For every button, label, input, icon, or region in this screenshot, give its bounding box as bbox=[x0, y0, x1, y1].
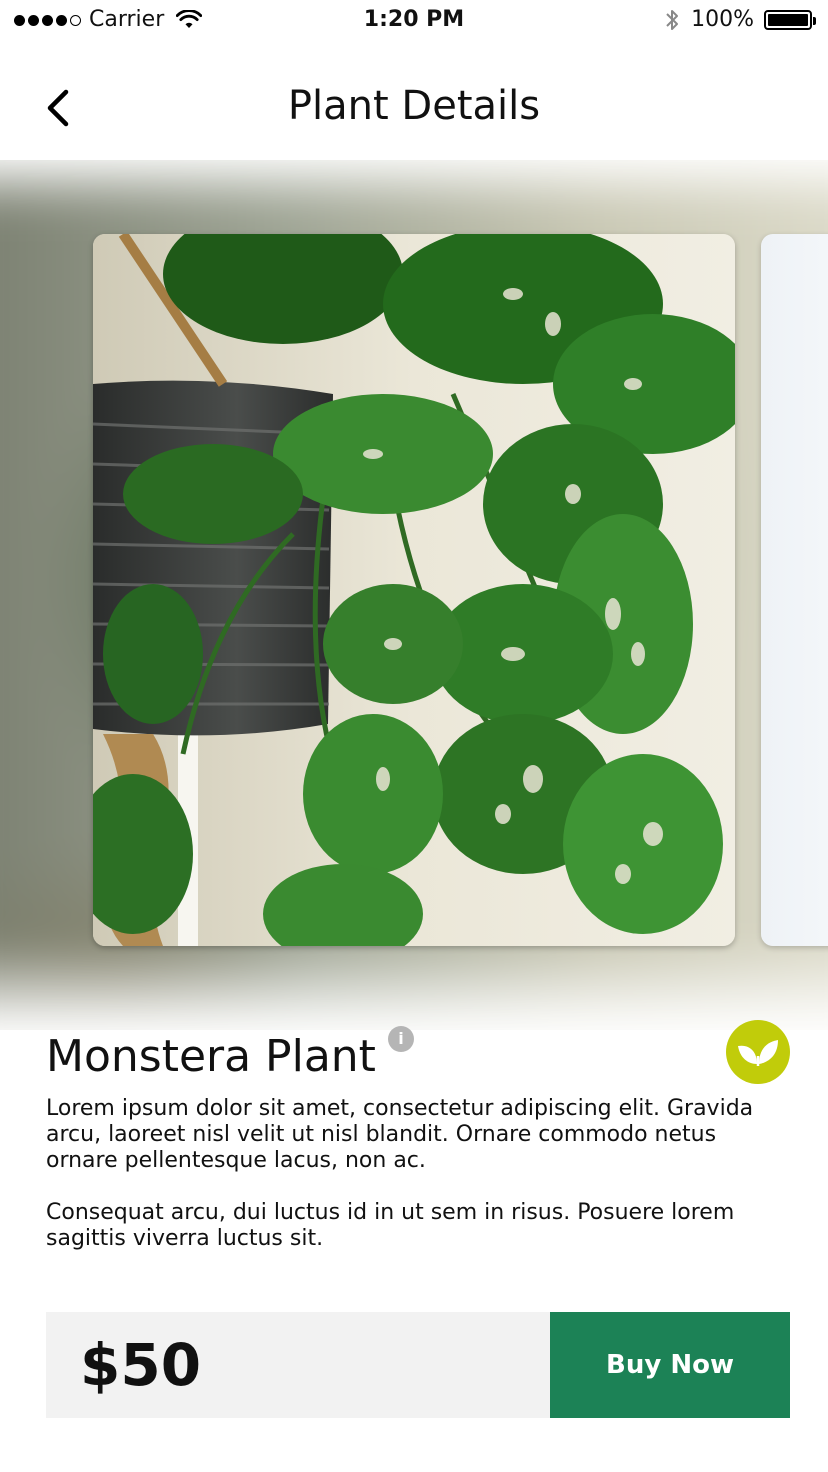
info-icon[interactable]: i bbox=[388, 1026, 414, 1052]
battery-icon bbox=[764, 10, 816, 30]
buy-now-button[interactable]: Buy Now bbox=[550, 1312, 790, 1418]
monstera-plant-photo bbox=[93, 234, 735, 946]
description-paragraph: Lorem ipsum dolor sit amet, consectetur … bbox=[46, 1096, 754, 1173]
price-box: $50 bbox=[46, 1312, 550, 1418]
purchase-bar: $50 Buy Now bbox=[46, 1312, 790, 1418]
battery-percent: 100% bbox=[691, 7, 754, 32]
price-label: $50 bbox=[80, 1331, 202, 1399]
product-description: Lorem ipsum dolor sit amet, consectetur … bbox=[46, 1096, 790, 1278]
leaf-badge[interactable] bbox=[726, 1020, 790, 1084]
next-image-card[interactable] bbox=[761, 234, 828, 946]
leaf-icon bbox=[738, 1040, 778, 1066]
description-paragraph: Consequat arcu, dui luctus id in ut sem … bbox=[46, 1200, 735, 1251]
page-title: Plant Details bbox=[287, 83, 541, 129]
image-carousel[interactable] bbox=[0, 160, 828, 1030]
status-right: 100% bbox=[663, 6, 816, 34]
product-title-row: Monstera Plant i bbox=[46, 1020, 790, 1086]
plant-image-card[interactable] bbox=[93, 234, 735, 946]
product-name: Monstera Plant bbox=[46, 1031, 376, 1082]
bluetooth-icon bbox=[666, 10, 679, 30]
nav-header: Plant Details bbox=[0, 60, 828, 150]
status-bar: Carrier 1:20 PM 100% bbox=[0, 0, 828, 40]
